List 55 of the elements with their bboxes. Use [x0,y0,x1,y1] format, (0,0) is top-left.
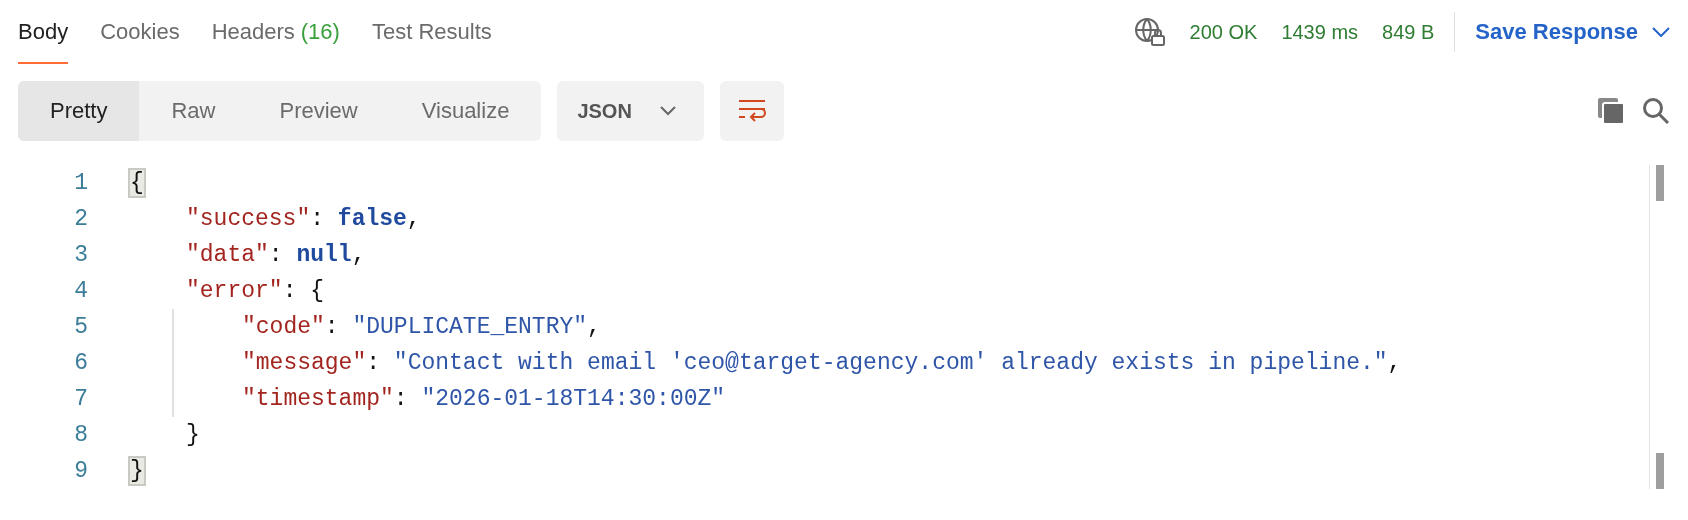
code-punct: : [366,350,382,376]
view-mode-tab[interactable]: Visualize [389,81,542,141]
line-number: 1 [73,170,88,196]
code-key: "success" [186,206,311,232]
code-key: "code" [242,314,325,340]
code-punct: : [310,206,326,232]
line-number: 3 [73,242,88,268]
code-punct: : { [282,278,325,304]
code-punct: , [406,206,421,232]
save-response-button[interactable]: Save Response [1455,19,1670,45]
line-number: 6 [73,350,88,376]
code-string: "DUPLICATE_ENTRY" [352,314,588,340]
globe-lock-icon[interactable] [1133,17,1166,47]
format-dropdown[interactable]: JSON [557,81,704,141]
code-key: "data" [186,242,269,268]
wrap-lines-icon [736,98,767,124]
code-punct: } [130,458,144,484]
line-number: 2 [73,206,88,232]
scrollbar-thumb[interactable] [1656,165,1664,201]
line-number: 5 [73,314,88,340]
search-icon[interactable] [1642,97,1670,125]
code-punct: } [186,422,200,448]
line-number: 7 [73,386,88,412]
scrollbar-thumb[interactable] [1656,453,1664,489]
code-punct: : [324,314,340,340]
code-keyword: false [337,206,407,232]
code-punct: , [1387,350,1402,376]
code-punct: { [130,170,144,196]
line-number: 8 [73,422,88,448]
response-time: 1439 ms [1281,20,1359,44]
code-punct: : [268,242,284,268]
code-punct: , [587,314,601,340]
response-tab[interactable]: Headers (16) [211,0,340,64]
status-code: 200 OK [1189,20,1258,44]
code-string: "2026-01-18T14:30:00Z" [421,386,726,412]
view-mode-tab[interactable]: Preview [247,81,390,141]
response-size: 849 B [1382,20,1435,44]
view-mode-tab[interactable]: Raw [139,81,248,141]
code-key: "error" [186,278,283,304]
line-number: 4 [73,278,88,304]
response-tab[interactable]: Test Results [371,0,492,64]
code-punct: , [351,242,366,268]
code-string: "Contact with email 'ceo@target-agency.com' already exists in pipeline." [393,350,1388,376]
chevron-down-icon [659,106,676,116]
code-key: "message" [242,350,367,376]
response-tab[interactable]: Body [18,0,69,64]
copy-icon[interactable] [1596,96,1626,126]
code-key: "timestamp" [242,386,394,412]
response-tab[interactable]: Cookies [100,0,180,64]
wrap-lines-button[interactable] [719,81,784,141]
view-mode-tab[interactable]: Pretty [18,81,140,141]
line-number: 9 [73,458,88,484]
code-punct: : [393,386,409,412]
code-keyword: null [296,242,352,268]
chevron-down-icon [1652,27,1670,37]
